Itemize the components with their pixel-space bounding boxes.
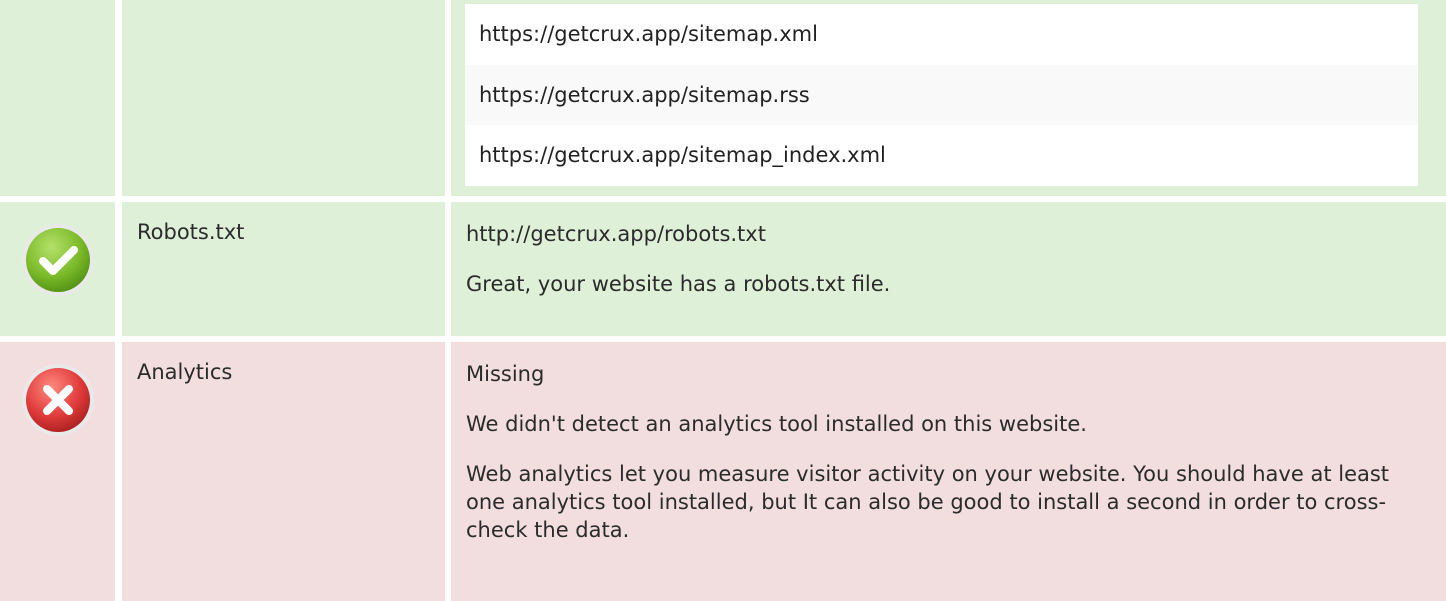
analytics-message: We didn't detect an analytics tool insta…: [466, 412, 1087, 436]
robots-row: Robots.txt http://getcrux.app/robots.txt…: [0, 202, 1446, 336]
analytics-label: Analytics: [137, 360, 233, 384]
analytics-label-cell: Analytics: [122, 342, 445, 601]
sitemap-label-cell: [122, 0, 445, 196]
robots-message: Great, your website has a robots.txt fil…: [466, 272, 891, 296]
sitemap-value-cell: https://getcrux.app/sitemap.xml https://…: [451, 0, 1446, 196]
sitemap-status-cell: [0, 0, 115, 196]
analytics-status-cell: [0, 342, 115, 601]
analytics-row: Analytics Missing We didn't detect an an…: [0, 342, 1446, 601]
analytics-status-value: Missing: [466, 362, 545, 386]
sitemap-row: https://getcrux.app/sitemap.xml https://…: [0, 0, 1446, 196]
analytics-advice: Web analytics let you measure visitor ac…: [466, 462, 1390, 542]
check-circle-icon: [21, 224, 94, 296]
sitemap-url-list: https://getcrux.app/sitemap.xml https://…: [465, 4, 1418, 186]
robots-label-cell: Robots.txt: [122, 202, 445, 336]
robots-status-cell: [0, 202, 115, 336]
robots-value-cell: http://getcrux.app/robots.txt Great, you…: [451, 202, 1446, 336]
analytics-value-cell: Missing We didn't detect an analytics to…: [451, 342, 1446, 601]
robots-label: Robots.txt: [137, 220, 245, 244]
robots-url: http://getcrux.app/robots.txt: [466, 222, 766, 246]
x-circle-icon: [21, 364, 94, 436]
sitemap-url-item: https://getcrux.app/sitemap.rss: [465, 64, 1418, 126]
sitemap-url-item: https://getcrux.app/sitemap_index.xml: [479, 143, 886, 168]
sitemap-url-item: https://getcrux.app/sitemap.xml: [479, 22, 818, 47]
